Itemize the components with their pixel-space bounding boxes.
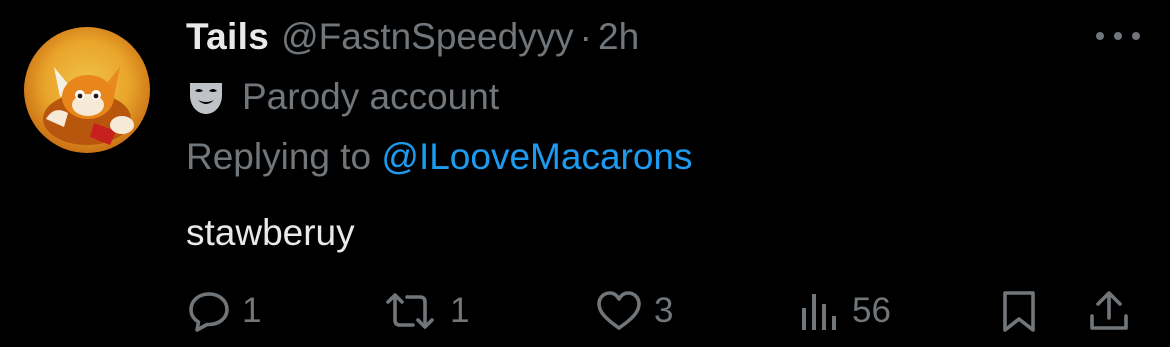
- views-chart-icon: [802, 294, 836, 330]
- replying-to-mention[interactable]: @ILooveMacarons: [381, 136, 692, 177]
- tweet-card[interactable]: Tails @FastnSpeedyyy · 2h Parody account…: [0, 0, 1170, 347]
- reply-bubble-icon: [189, 292, 229, 332]
- timestamp[interactable]: 2h: [598, 14, 639, 60]
- reply-button[interactable]: 1: [186, 286, 261, 336]
- share-icon: [1090, 291, 1128, 330]
- repost-button[interactable]: 1: [380, 286, 469, 336]
- avatar[interactable]: [24, 27, 150, 153]
- bookmark-button[interactable]: [996, 286, 1042, 336]
- avatar-image: [43, 67, 134, 145]
- views-button[interactable]: 56: [796, 286, 891, 336]
- user-handle[interactable]: @FastnSpeedyyy: [281, 14, 574, 60]
- repost-icon: [386, 293, 434, 329]
- account-label-text: Parody account: [242, 76, 500, 117]
- action-bar: 1 1 3 56: [0, 286, 1170, 336]
- heart-icon: [597, 291, 641, 330]
- account-label[interactable]: Parody account: [186, 74, 499, 120]
- like-button[interactable]: 3: [594, 286, 673, 336]
- replying-prefix: Replying to: [186, 136, 382, 177]
- display-name[interactable]: Tails: [186, 14, 269, 60]
- repost-count: 1: [450, 291, 470, 330]
- share-button[interactable]: [1086, 286, 1132, 336]
- views-count: 56: [852, 291, 891, 330]
- theater-mask-icon: [190, 83, 222, 114]
- separator-dot: ·: [579, 16, 592, 57]
- like-count: 3: [654, 291, 674, 330]
- tweet-text: stawberuy: [186, 212, 355, 253]
- more-horizontal-icon: [1096, 32, 1104, 40]
- bookmark-icon: [1003, 291, 1035, 332]
- tweet-header: Tails @FastnSpeedyyy · 2h: [186, 14, 639, 60]
- more-options-button[interactable]: [1096, 26, 1140, 46]
- replying-to-line: Replying to @ILooveMacarons: [186, 134, 693, 180]
- reply-count: 1: [242, 291, 262, 330]
